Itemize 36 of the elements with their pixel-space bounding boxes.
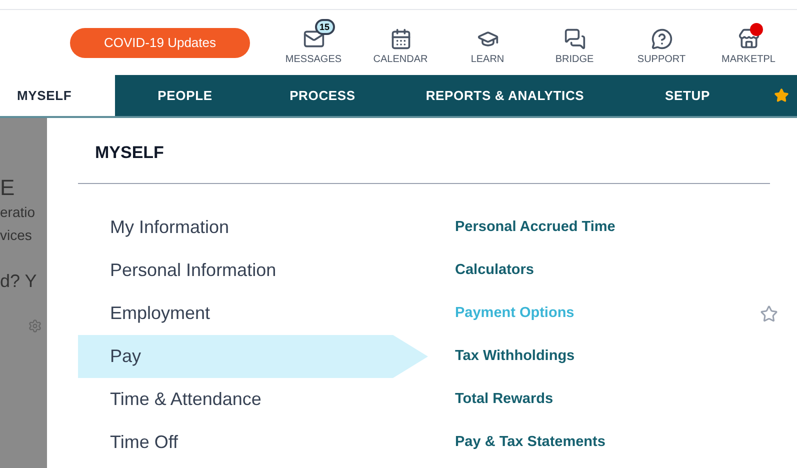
menu-link[interactable]: Calculators <box>455 260 534 282</box>
count-badge: 15 <box>314 19 335 35</box>
store-icon <box>738 28 760 50</box>
category-item[interactable]: My Information <box>78 206 428 249</box>
shortcut-button[interactable]: BRIDGE <box>531 16 618 69</box>
menu-link[interactable]: Tax Withholdings <box>455 346 575 368</box>
shortcut-button[interactable]: SUPPORT <box>618 16 705 69</box>
help-bubble-icon <box>650 28 672 50</box>
category-item[interactable]: Pay <box>78 335 428 378</box>
shortcut-button[interactable]: MARKETPL <box>705 16 792 69</box>
calendar-icon <box>390 28 412 50</box>
background-text: eratio <box>0 203 36 222</box>
favorites-star-icon[interactable] <box>774 88 789 103</box>
category-item[interactable]: Time & Attendance <box>78 378 428 421</box>
nav-tab[interactable]: PROCESS <box>255 75 390 116</box>
category-item[interactable]: Personal Information <box>78 249 428 292</box>
nav-tab[interactable]: PEOPLE <box>115 75 255 116</box>
gear-icon <box>28 319 42 333</box>
nav-tab[interactable]: REPORTS & ANALYTICS <box>390 75 620 116</box>
shortcut-button[interactable]: LEARN <box>444 16 531 69</box>
background-text: E <box>0 176 16 200</box>
nav-tab[interactable]: SETUP <box>620 75 755 116</box>
shortcut-button[interactable]: 15 MESSAGES <box>270 16 357 69</box>
background-text: d? Y <box>0 270 38 293</box>
shortcut-button[interactable]: CALENDAR <box>357 16 444 69</box>
menu-link[interactable]: Pay & Tax Statements <box>455 432 606 454</box>
category-item[interactable]: Time Off <box>78 421 428 464</box>
menu-title: MYSELF <box>94 142 165 164</box>
menu-link[interactable]: Total Rewards <box>455 388 554 410</box>
background-text: vices <box>0 226 33 245</box>
category-item[interactable]: Employment <box>78 292 428 335</box>
envelope-icon <box>302 28 324 50</box>
nav-tab[interactable]: MYSELF <box>0 75 115 116</box>
chat-bubbles-icon <box>564 28 586 50</box>
menu-link[interactable]: Personal Accrued Time <box>455 216 616 238</box>
favorite-star-icon[interactable] <box>760 304 778 322</box>
